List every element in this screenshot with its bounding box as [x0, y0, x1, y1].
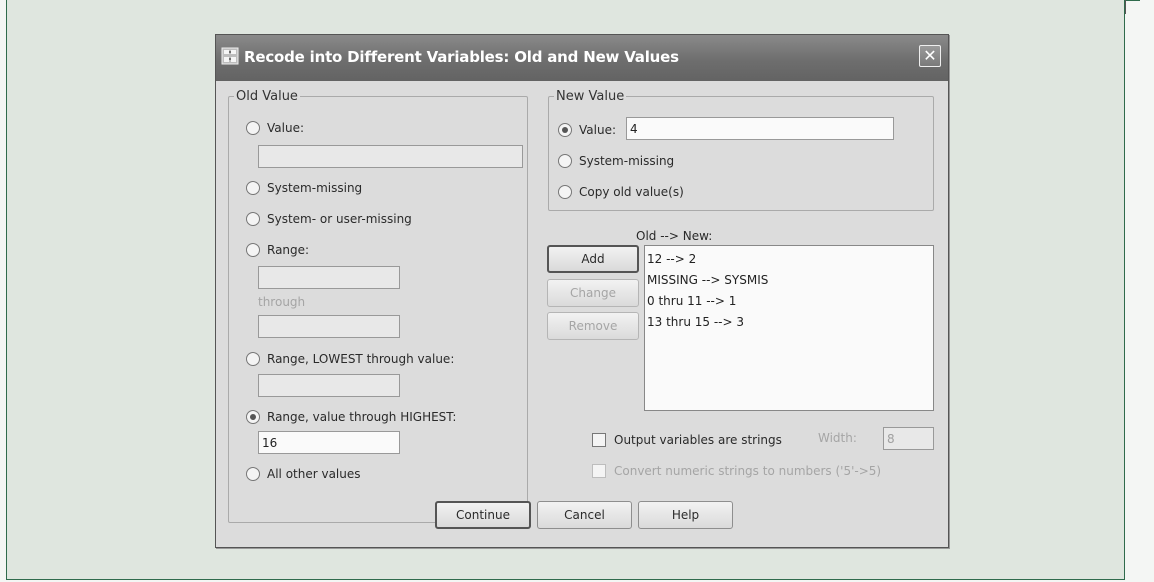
radio-button[interactable] — [246, 243, 260, 257]
recode-values-dialog: Recode into Different Variables: Old and… — [215, 34, 949, 548]
dialog-title: Recode into Different Variables: Old and… — [244, 48, 679, 66]
range-from-input[interactable] — [258, 266, 400, 289]
old-value-radio-value[interactable]: Value: — [246, 121, 304, 135]
old-value-value-label: Value: — [267, 121, 304, 135]
convert-numeric-checkbox[interactable]: Convert numeric strings to numbers ('5'-… — [592, 464, 881, 478]
old-value-legend: Old Value — [236, 89, 298, 104]
new-value-label: Value: — [579, 123, 616, 137]
range-highest-input[interactable]: 16 — [258, 431, 400, 454]
old-system-user-missing-label: System- or user-missing — [267, 212, 412, 226]
old-range-radio[interactable]: Range: — [246, 243, 309, 257]
new-value-input[interactable]: 4 — [626, 117, 894, 140]
continue-button[interactable]: Continue — [435, 501, 531, 529]
close-icon[interactable]: ✕ — [919, 45, 941, 67]
range-lowest-radio[interactable]: Range, LOWEST through value: — [246, 352, 454, 366]
all-other-values-radio[interactable]: All other values — [246, 467, 361, 481]
all-other-values-label: All other values — [267, 467, 361, 481]
output-strings-label: Output variables are strings — [614, 433, 782, 447]
copy-old-value-radio[interactable]: Copy old value(s) — [558, 185, 684, 199]
width-input[interactable]: 8 — [883, 427, 934, 450]
output-strings-checkbox[interactable]: Output variables are strings — [592, 433, 782, 447]
radio-button[interactable] — [246, 212, 260, 226]
range-lowest-input[interactable] — [258, 374, 400, 397]
radio-button-selected[interactable] — [558, 123, 572, 137]
checkbox[interactable] — [592, 464, 606, 478]
dialog-body: Old Value Value: System-missing System- … — [216, 81, 948, 547]
change-button[interactable]: Change — [547, 279, 639, 307]
width-label: Width: — [818, 431, 857, 445]
list-item[interactable]: 12 --> 2 — [647, 249, 931, 270]
old-value-input[interactable] — [258, 145, 523, 168]
new-system-missing-label: System-missing — [579, 154, 675, 168]
help-button[interactable]: Help — [638, 501, 733, 529]
remove-button[interactable]: Remove — [547, 312, 639, 340]
page-edge-tick — [1125, 0, 1126, 14]
old-system-user-missing-radio[interactable]: System- or user-missing — [246, 212, 412, 226]
list-item[interactable]: MISSING --> SYSMIS — [647, 270, 931, 291]
new-value-legend: New Value — [556, 89, 625, 104]
radio-button[interactable] — [558, 185, 572, 199]
dialog-titlebar[interactable]: Recode into Different Variables: Old and… — [216, 35, 948, 81]
radio-button[interactable] — [246, 181, 260, 195]
radio-button[interactable] — [246, 352, 260, 366]
add-button[interactable]: Add — [547, 245, 639, 273]
radio-button[interactable] — [246, 467, 260, 481]
recode-app-icon — [221, 47, 239, 65]
through-label: through — [258, 295, 306, 309]
old-system-missing-radio[interactable]: System-missing — [246, 181, 362, 195]
radio-button[interactable] — [246, 121, 260, 135]
range-to-input[interactable] — [258, 315, 400, 338]
radio-button-selected[interactable] — [246, 410, 260, 424]
copy-old-value-label: Copy old value(s) — [579, 185, 684, 199]
list-item[interactable]: 0 thru 11 --> 1 — [647, 291, 931, 312]
checkbox[interactable] — [592, 433, 606, 447]
range-highest-radio[interactable]: Range, value through HIGHEST: — [246, 410, 456, 424]
old-new-label: Old --> New: — [636, 229, 713, 243]
old-new-list[interactable]: 12 --> 2 MISSING --> SYSMIS 0 thru 11 --… — [644, 245, 934, 411]
cancel-button[interactable]: Cancel — [537, 501, 632, 529]
range-lowest-label: Range, LOWEST through value: — [267, 352, 455, 366]
convert-numeric-label: Convert numeric strings to numbers ('5'-… — [614, 464, 882, 478]
radio-button[interactable] — [558, 154, 572, 168]
new-value-radio[interactable]: Value: — [558, 123, 616, 137]
new-system-missing-radio[interactable]: System-missing — [558, 154, 674, 168]
old-system-missing-label: System-missing — [267, 181, 363, 195]
list-item[interactable]: 13 thru 15 --> 3 — [647, 312, 931, 333]
old-range-label: Range: — [267, 243, 310, 257]
range-highest-label: Range, value through HIGHEST: — [267, 410, 457, 424]
